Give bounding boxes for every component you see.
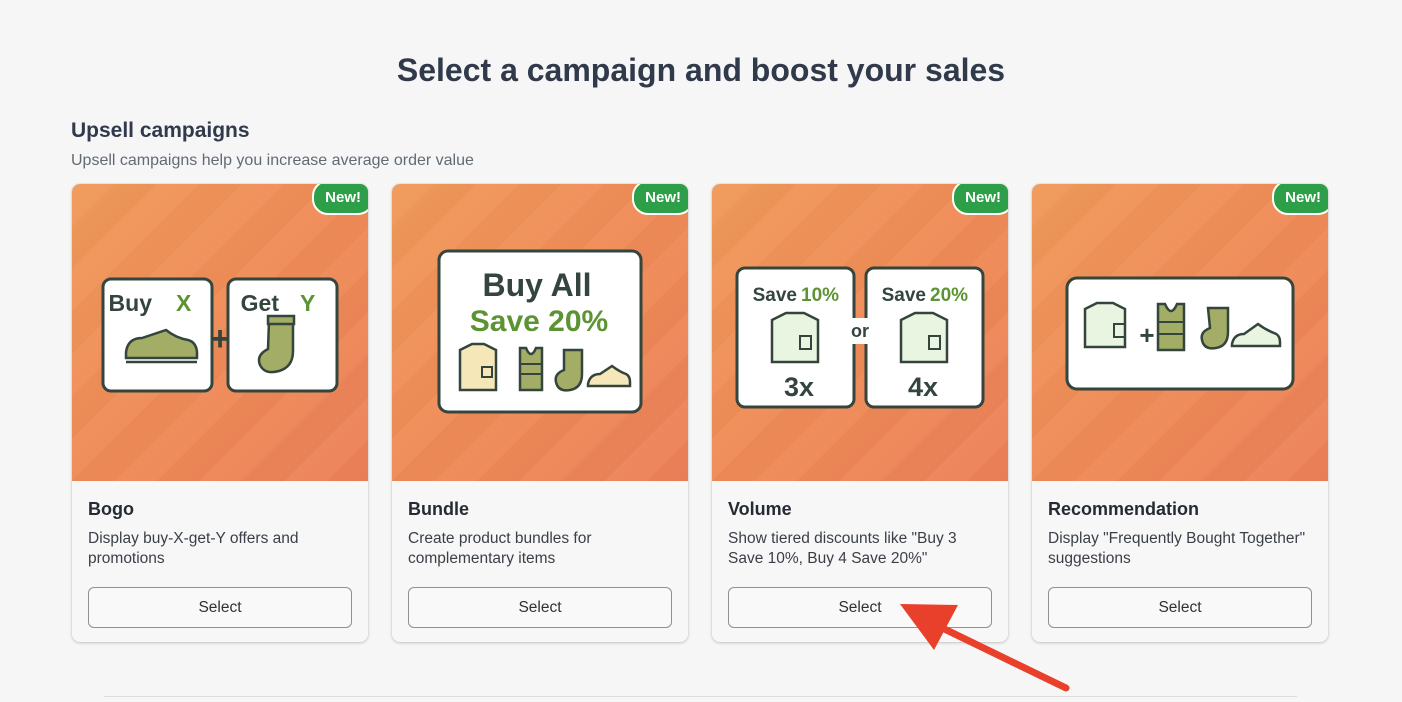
card-title: Bogo [88,499,134,519]
volume-illustration: Save 10% Save 20% 3x 4x or New! [712,184,1008,481]
card-title: Volume [728,499,792,519]
card-description: Show tiered discounts like "Buy 3 Save 1… [728,530,957,567]
card-title: Bundle [408,499,469,519]
card-title: Recommendation [1048,499,1200,519]
recommendation-plus: + [1139,320,1154,350]
volume-right-pct: 20% [930,285,968,306]
select-bogo-button[interactable]: Select [88,587,352,628]
card-description: Display "Frequently Bought Together" sug… [1048,530,1306,567]
new-badge: New! [312,184,368,215]
volume-right-label: Save [882,285,926,306]
bundle-line1: Buy All [482,267,591,303]
campaign-card-bogo: Buy X Get Y + New! Bogo Display buy-X-ge… [72,184,368,642]
volume-left-qty: 3x [784,372,814,402]
volume-left-pct: 10% [801,285,839,306]
new-badge: New! [1272,184,1328,215]
bogo-get-var: Y [300,290,315,316]
card-description: Display buy-X-get-Y offers and promotion… [88,530,299,567]
select-volume-button[interactable]: Select [728,587,992,628]
card-description: Create product bundles for complementary… [408,530,592,567]
section-divider [104,696,1297,697]
bundle-illustration: Buy All Save 20% New! [392,184,688,481]
bogo-get-label: Get [241,290,280,316]
volume-left-label: Save [753,285,797,306]
section-subtitle: Upsell campaigns help you increase avera… [71,152,474,169]
volume-right-qty: 4x [908,372,938,402]
bogo-plus: + [210,320,230,358]
volume-or: or [851,321,869,341]
page-title: Select a campaign and boost your sales [396,52,1006,88]
campaign-card-bundle: Buy All Save 20% New! Bundle Create prod… [392,184,688,642]
campaign-card-recommendation: + New! Recommendation Display "Frequentl… [1032,184,1328,642]
bogo-illustration: Buy X Get Y + New! [72,184,368,481]
bogo-buy-var: X [176,290,192,316]
bogo-buy-label: Buy [109,290,153,316]
recommendation-illustration: + New! [1032,184,1328,481]
new-badge: New! [952,184,1008,215]
select-bundle-button[interactable]: Select [408,587,672,628]
campaign-card-volume: Save 10% Save 20% 3x 4x or New! Volume S… [712,184,1008,642]
select-recommendation-button[interactable]: Select [1048,587,1312,628]
section-title: Upsell campaigns [71,119,250,142]
new-badge: New! [632,184,688,215]
bundle-line2: Save 20% [470,305,608,338]
